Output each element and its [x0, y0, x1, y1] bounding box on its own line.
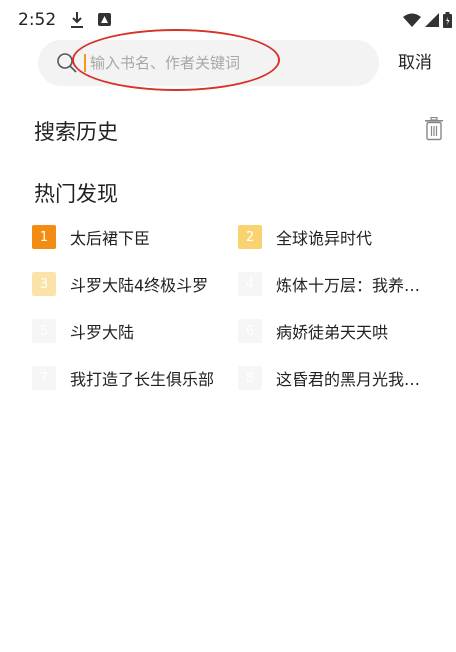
search-icon	[57, 53, 77, 73]
book-title: 这昏君的黑月光我当定了	[276, 370, 436, 389]
book-title: 病娇徒弟天天哄	[276, 323, 389, 342]
hot-item[interactable]: 6 病娇徒弟天天哄	[238, 316, 436, 346]
rank-badge: 8	[238, 366, 262, 390]
book-title: 斗罗大陆4终极斗罗	[70, 276, 209, 295]
rank-badge: 6	[238, 319, 262, 343]
search-bar[interactable]	[38, 40, 379, 86]
hot-item[interactable]: 3 斗罗大陆4终极斗罗	[32, 269, 228, 299]
battery-icon	[443, 12, 452, 28]
book-title: 我打造了长生俱乐部	[70, 370, 215, 389]
signal-icon	[425, 13, 439, 27]
cancel-button[interactable]: 取消	[398, 48, 432, 73]
hot-item[interactable]: 1 太后裙下臣	[32, 222, 228, 252]
hot-item[interactable]: 8 这昏君的黑月光我当定了	[238, 363, 436, 393]
hot-item[interactable]: 2 全球诡异时代	[238, 222, 436, 252]
rank-badge: 4	[238, 272, 262, 296]
wifi-icon	[403, 13, 421, 27]
hot-item[interactable]: 4 炼体十万层：我养的狗都是大帝	[238, 269, 436, 299]
book-title: 斗罗大陆	[70, 323, 135, 342]
hot-item[interactable]: 5 斗罗大陆	[32, 316, 228, 346]
trash-icon[interactable]	[424, 117, 444, 141]
search-history-title: 搜索历史	[34, 120, 118, 144]
rank-badge: 7	[32, 366, 56, 390]
hot-item[interactable]: 7 我打造了长生俱乐部	[32, 363, 228, 393]
text-cursor	[84, 54, 86, 72]
status-time: 2:52	[18, 10, 57, 30]
rank-badge: 1	[32, 225, 56, 249]
book-title: 炼体十万层：我养的狗都是大帝	[276, 276, 436, 295]
rank-badge: 3	[32, 272, 56, 296]
app-notification-icon	[98, 13, 111, 26]
rank-badge: 5	[32, 319, 56, 343]
book-title: 太后裙下臣	[70, 229, 151, 248]
status-indicators	[399, 12, 452, 28]
status-bar: 2:52	[0, 0, 456, 40]
book-title: 全球诡异时代	[276, 229, 373, 248]
hot-discovery-title: 热门发现	[34, 182, 118, 206]
search-screen: 2:52 取消 搜索历史	[0, 0, 456, 652]
search-input[interactable]	[90, 49, 340, 77]
download-icon	[71, 12, 83, 28]
rank-badge: 2	[238, 225, 262, 249]
